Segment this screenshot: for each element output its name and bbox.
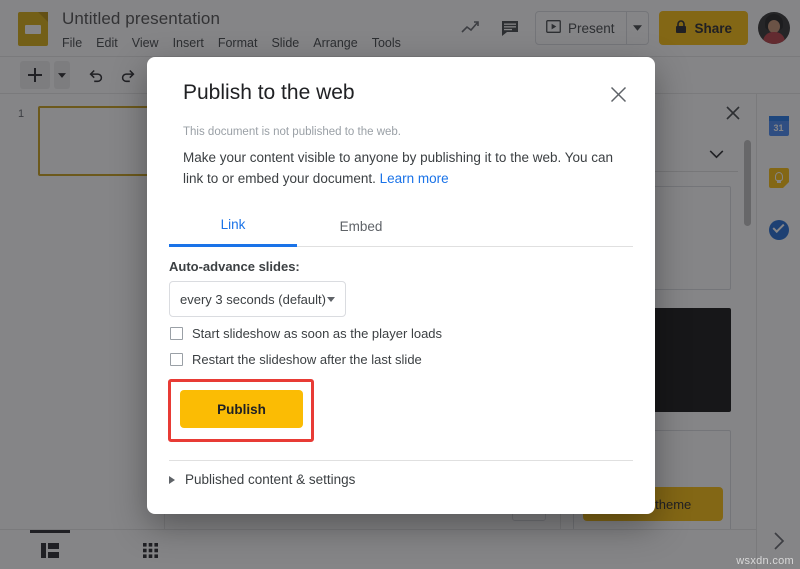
dialog-title: Publish to the web <box>183 81 355 105</box>
checkbox-start-slideshow[interactable]: Start slideshow as soon as the player lo… <box>170 326 442 341</box>
publish-status-text: This document is not published to the we… <box>183 126 401 138</box>
checkbox-start-label: Start slideshow as soon as the player lo… <box>192 326 442 341</box>
publish-button[interactable]: Publish <box>180 390 303 428</box>
checkbox-box[interactable] <box>170 327 183 340</box>
disclosure-label: Published content & settings <box>185 472 355 487</box>
published-content-settings-toggle[interactable]: Published content & settings <box>169 472 355 487</box>
watermark: wsxdn.com <box>736 555 794 567</box>
dialog-divider <box>169 460 633 461</box>
auto-advance-label: Auto-advance slides: <box>169 259 300 274</box>
auto-advance-select[interactable]: every 3 seconds (default) <box>169 281 346 317</box>
auto-advance-value: every 3 seconds (default) <box>180 292 326 307</box>
dialog-tabs: Link Embed <box>169 205 633 247</box>
caret-down-icon <box>327 297 335 302</box>
publish-to-web-dialog: Publish to the web This document is not … <box>147 57 655 514</box>
checkbox-box[interactable] <box>170 353 183 366</box>
tab-link[interactable]: Link <box>169 205 297 247</box>
checkbox-restart-label: Restart the slideshow after the last sli… <box>192 352 422 367</box>
checkbox-restart-slideshow[interactable]: Restart the slideshow after the last sli… <box>170 352 422 367</box>
close-icon[interactable] <box>605 81 631 107</box>
triangle-right-icon <box>169 476 175 484</box>
dialog-description: Make your content visible to anyone by p… <box>183 147 621 189</box>
tab-embed[interactable]: Embed <box>297 205 425 247</box>
app-root: Untitled presentation File Edit View Ins… <box>0 0 800 569</box>
learn-more-link[interactable]: Learn more <box>380 171 449 186</box>
